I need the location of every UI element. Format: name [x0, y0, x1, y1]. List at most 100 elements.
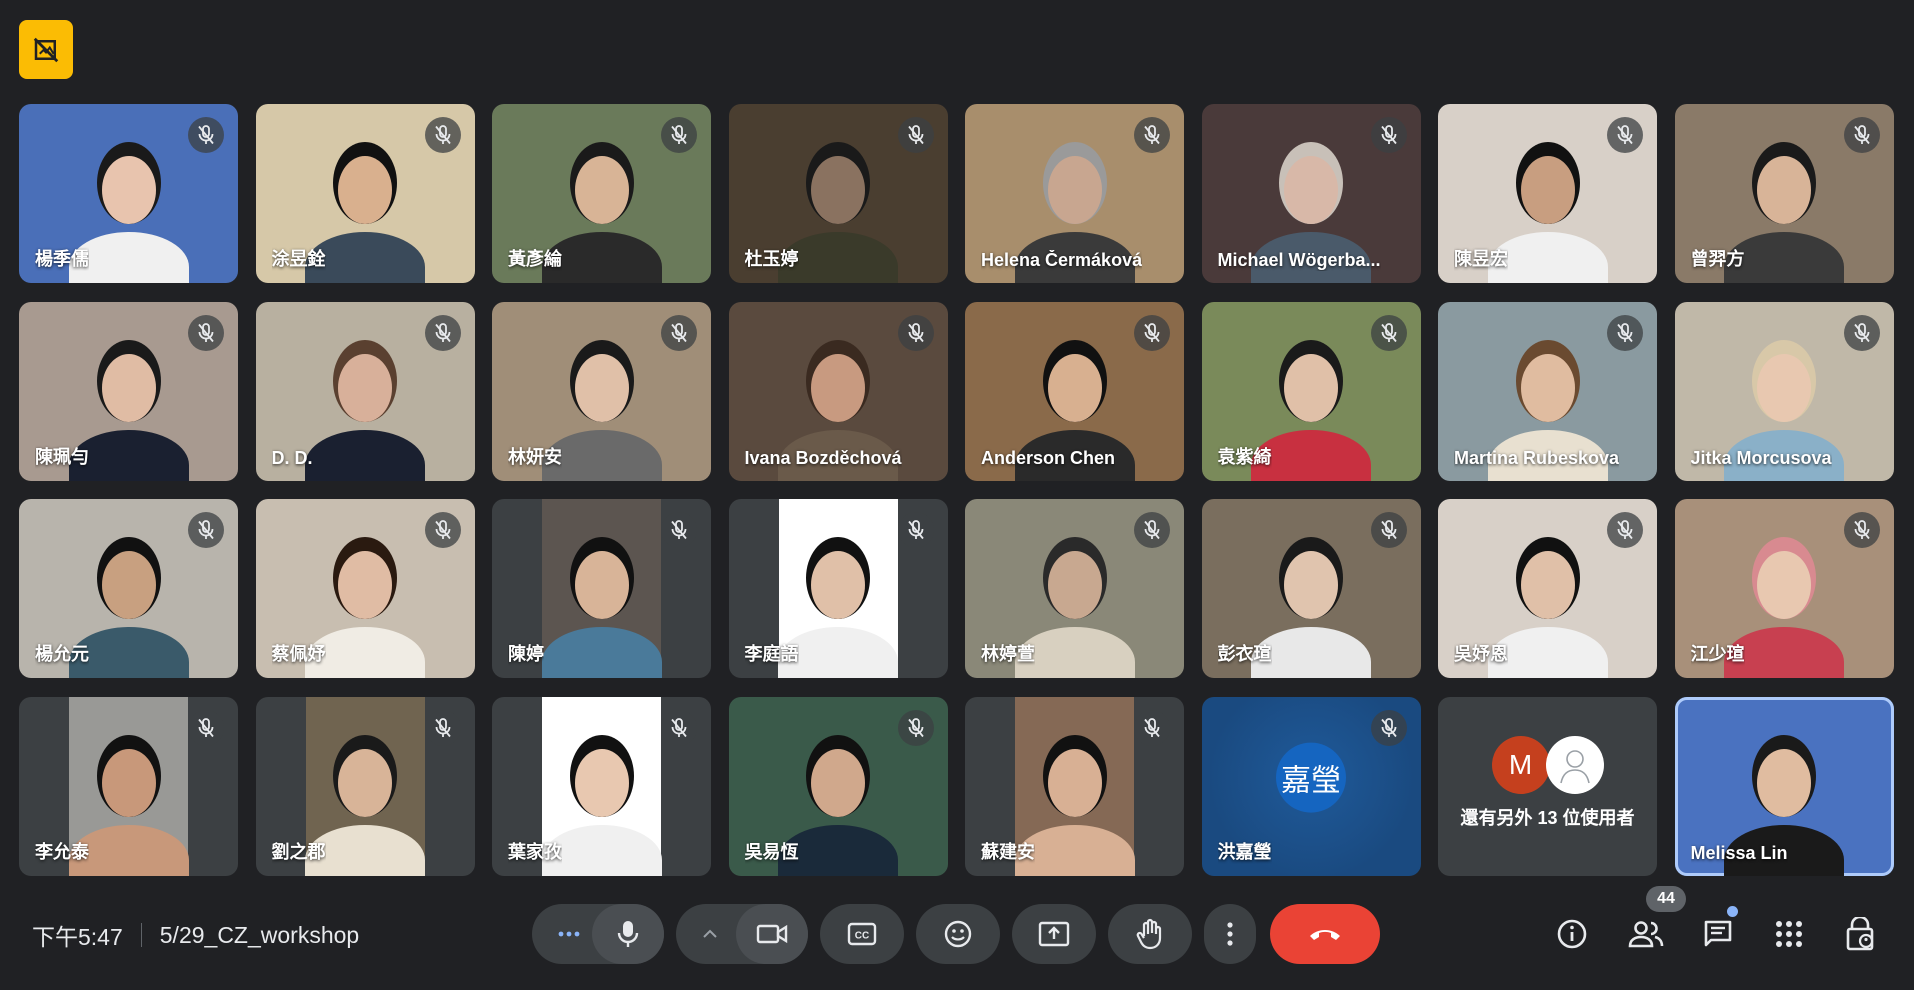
participant-name: 李庭語	[744, 644, 799, 664]
mic-muted-icon	[897, 709, 934, 746]
participant-avatar: 嘉瑩	[1276, 742, 1346, 813]
participant-grid: 楊季儒 涂昱銓 黃彥綸 杜玉婷 Helena Čermáková Michael Wöge…	[19, 104, 1894, 876]
meeting-time: 下午5:47	[32, 924, 123, 950]
mic-control-group	[532, 904, 664, 964]
participant-name: 楊允元	[35, 644, 89, 664]
participant-tile[interactable]: 黃彥綸	[492, 104, 711, 283]
mic-muted-icon	[424, 117, 461, 153]
no-picture-icon[interactable]	[19, 20, 73, 79]
participant-tile[interactable]: 彭衣瑄	[1201, 499, 1421, 678]
participant-tile[interactable]: 林婷萱	[965, 499, 1184, 678]
captions-button[interactable]: CC	[820, 904, 904, 964]
participant-tile[interactable]: 林妍安	[492, 301, 711, 481]
participant-tile[interactable]: 吳易恆	[728, 696, 948, 876]
participant-name: 楊季儒	[35, 249, 89, 269]
info-icon[interactable]	[1546, 908, 1598, 960]
lock-person-icon[interactable]	[1834, 908, 1886, 960]
participant-name: 袁紫綺	[1217, 446, 1272, 467]
mic-muted-icon	[897, 314, 934, 351]
present-button[interactable]	[1012, 904, 1096, 964]
participant-name: Ivana Bozděchová	[744, 447, 902, 468]
apps-grid-icon[interactable]	[1763, 908, 1815, 960]
participant-name: 黃彥綸	[508, 249, 562, 269]
participant-tile[interactable]: Anderson Chen	[965, 301, 1184, 481]
mic-muted-icon	[188, 709, 224, 746]
meeting-info-bar: 下午5:47 5/29_CZ_workshop	[32, 918, 359, 952]
participant-tile[interactable]: Ivana Bozděchová	[728, 301, 948, 481]
participant-tile[interactable]: 陳婷	[492, 499, 711, 678]
mic-muted-icon	[1843, 314, 1880, 351]
participant-tile[interactable]: 蔡佩妤	[255, 499, 475, 678]
kebab-menu-icon	[1227, 922, 1233, 946]
participant-tile[interactable]: 涂昱銓	[255, 104, 475, 283]
participant-tile[interactable]: 蘇建安	[965, 696, 1184, 876]
participant-tile[interactable]: Helena Čermáková	[965, 104, 1184, 283]
mic-muted-icon	[424, 314, 461, 351]
participant-avatar: M	[1491, 736, 1550, 794]
emoji-button[interactable]	[916, 904, 1000, 964]
participant-tile[interactable]: 曾羿方	[1674, 104, 1894, 283]
participant-tile[interactable]: 劉之郡	[255, 696, 475, 876]
participant-tile[interactable]: 陳珮勻	[19, 301, 238, 481]
participant-name: 吳易恆	[744, 841, 799, 862]
participant-tile[interactable]: Martina Rubeskova	[1438, 301, 1657, 481]
participant-tile[interactable]: 葉家孜	[492, 696, 711, 876]
mic-muted-icon	[1370, 117, 1407, 153]
people-icon[interactable]	[1620, 908, 1672, 960]
participant-name: 林婷萱	[981, 644, 1035, 664]
participant-tile[interactable]: 江少瑄	[1674, 499, 1894, 678]
participant-name: Jitka Morcusova	[1690, 447, 1832, 468]
mic-muted-icon	[188, 512, 224, 548]
captions-icon: CC	[847, 922, 877, 946]
participant-name: D. D.	[271, 447, 313, 468]
participant-tile[interactable]: 袁紫綺	[1201, 301, 1421, 481]
mic-muted-icon	[188, 117, 224, 153]
participant-name: 蔡佩妤	[271, 644, 326, 664]
chat-icon[interactable]	[1692, 908, 1744, 960]
raise-hand-button[interactable]	[1108, 904, 1192, 964]
end-call-button[interactable]	[1270, 904, 1380, 964]
participant-name: 劉之郡	[271, 841, 326, 862]
mic-muted-icon	[1134, 709, 1170, 746]
participant-name: Helena Čermáková	[981, 250, 1143, 270]
emoji-icon	[944, 920, 972, 948]
participant-tile[interactable]: 嘉瑩洪嘉瑩	[1201, 696, 1421, 876]
mic-muted-icon	[1134, 117, 1170, 153]
more-options-icon[interactable]	[544, 904, 594, 964]
participant-name: 吳妤恩	[1454, 644, 1508, 664]
participant-name: 涂昱銓	[271, 249, 326, 269]
mic-muted-icon	[1843, 117, 1880, 153]
microphone-icon[interactable]	[592, 904, 664, 964]
participant-tile[interactable]: 楊季儒	[19, 104, 238, 283]
participant-tile[interactable]: 吳妤恩	[1438, 499, 1657, 678]
participant-name: 林妍安	[508, 446, 562, 467]
participant-name: 陳昱宏	[1454, 249, 1508, 269]
mic-muted-icon	[188, 314, 224, 351]
participant-name: 蘇建安	[981, 841, 1035, 862]
participant-video	[532, 499, 672, 678]
participant-tile[interactable]: 楊允元	[19, 499, 238, 678]
chevron-up-icon[interactable]	[690, 904, 730, 964]
participant-tile[interactable]: Jitka Morcusova	[1674, 301, 1894, 481]
participant-name: 洪嘉瑩	[1217, 841, 1272, 862]
participant-name: 葉家孜	[508, 841, 562, 862]
mic-muted-icon	[1370, 512, 1407, 548]
participant-tile[interactable]: 陳昱宏	[1438, 104, 1657, 283]
camera-icon[interactable]	[736, 904, 808, 964]
more-actions-button[interactable]	[1204, 904, 1256, 964]
mic-muted-icon	[1370, 709, 1407, 746]
participant-name: 江少瑄	[1690, 644, 1745, 664]
participant-name: 杜玉婷	[744, 249, 799, 269]
mic-muted-icon	[661, 709, 697, 746]
mic-muted-icon	[424, 512, 461, 548]
mic-muted-icon	[1370, 314, 1407, 351]
meeting-title: 5/29_CZ_workshop	[159, 921, 360, 948]
participant-tile[interactable]: 李庭語	[728, 499, 948, 678]
participant-tile[interactable]: Michael Wögerba...	[1201, 104, 1421, 283]
participant-tile[interactable]: 李允泰	[19, 696, 238, 876]
participant-tile[interactable]: 杜玉婷	[728, 104, 948, 283]
more-participants-tile[interactable]: M 還有另外 13 位使用者	[1438, 696, 1657, 876]
self-video-tile[interactable]: Melissa Lin	[1674, 696, 1894, 876]
mic-muted-icon	[1607, 314, 1643, 351]
participant-tile[interactable]: D. D.	[255, 301, 475, 481]
